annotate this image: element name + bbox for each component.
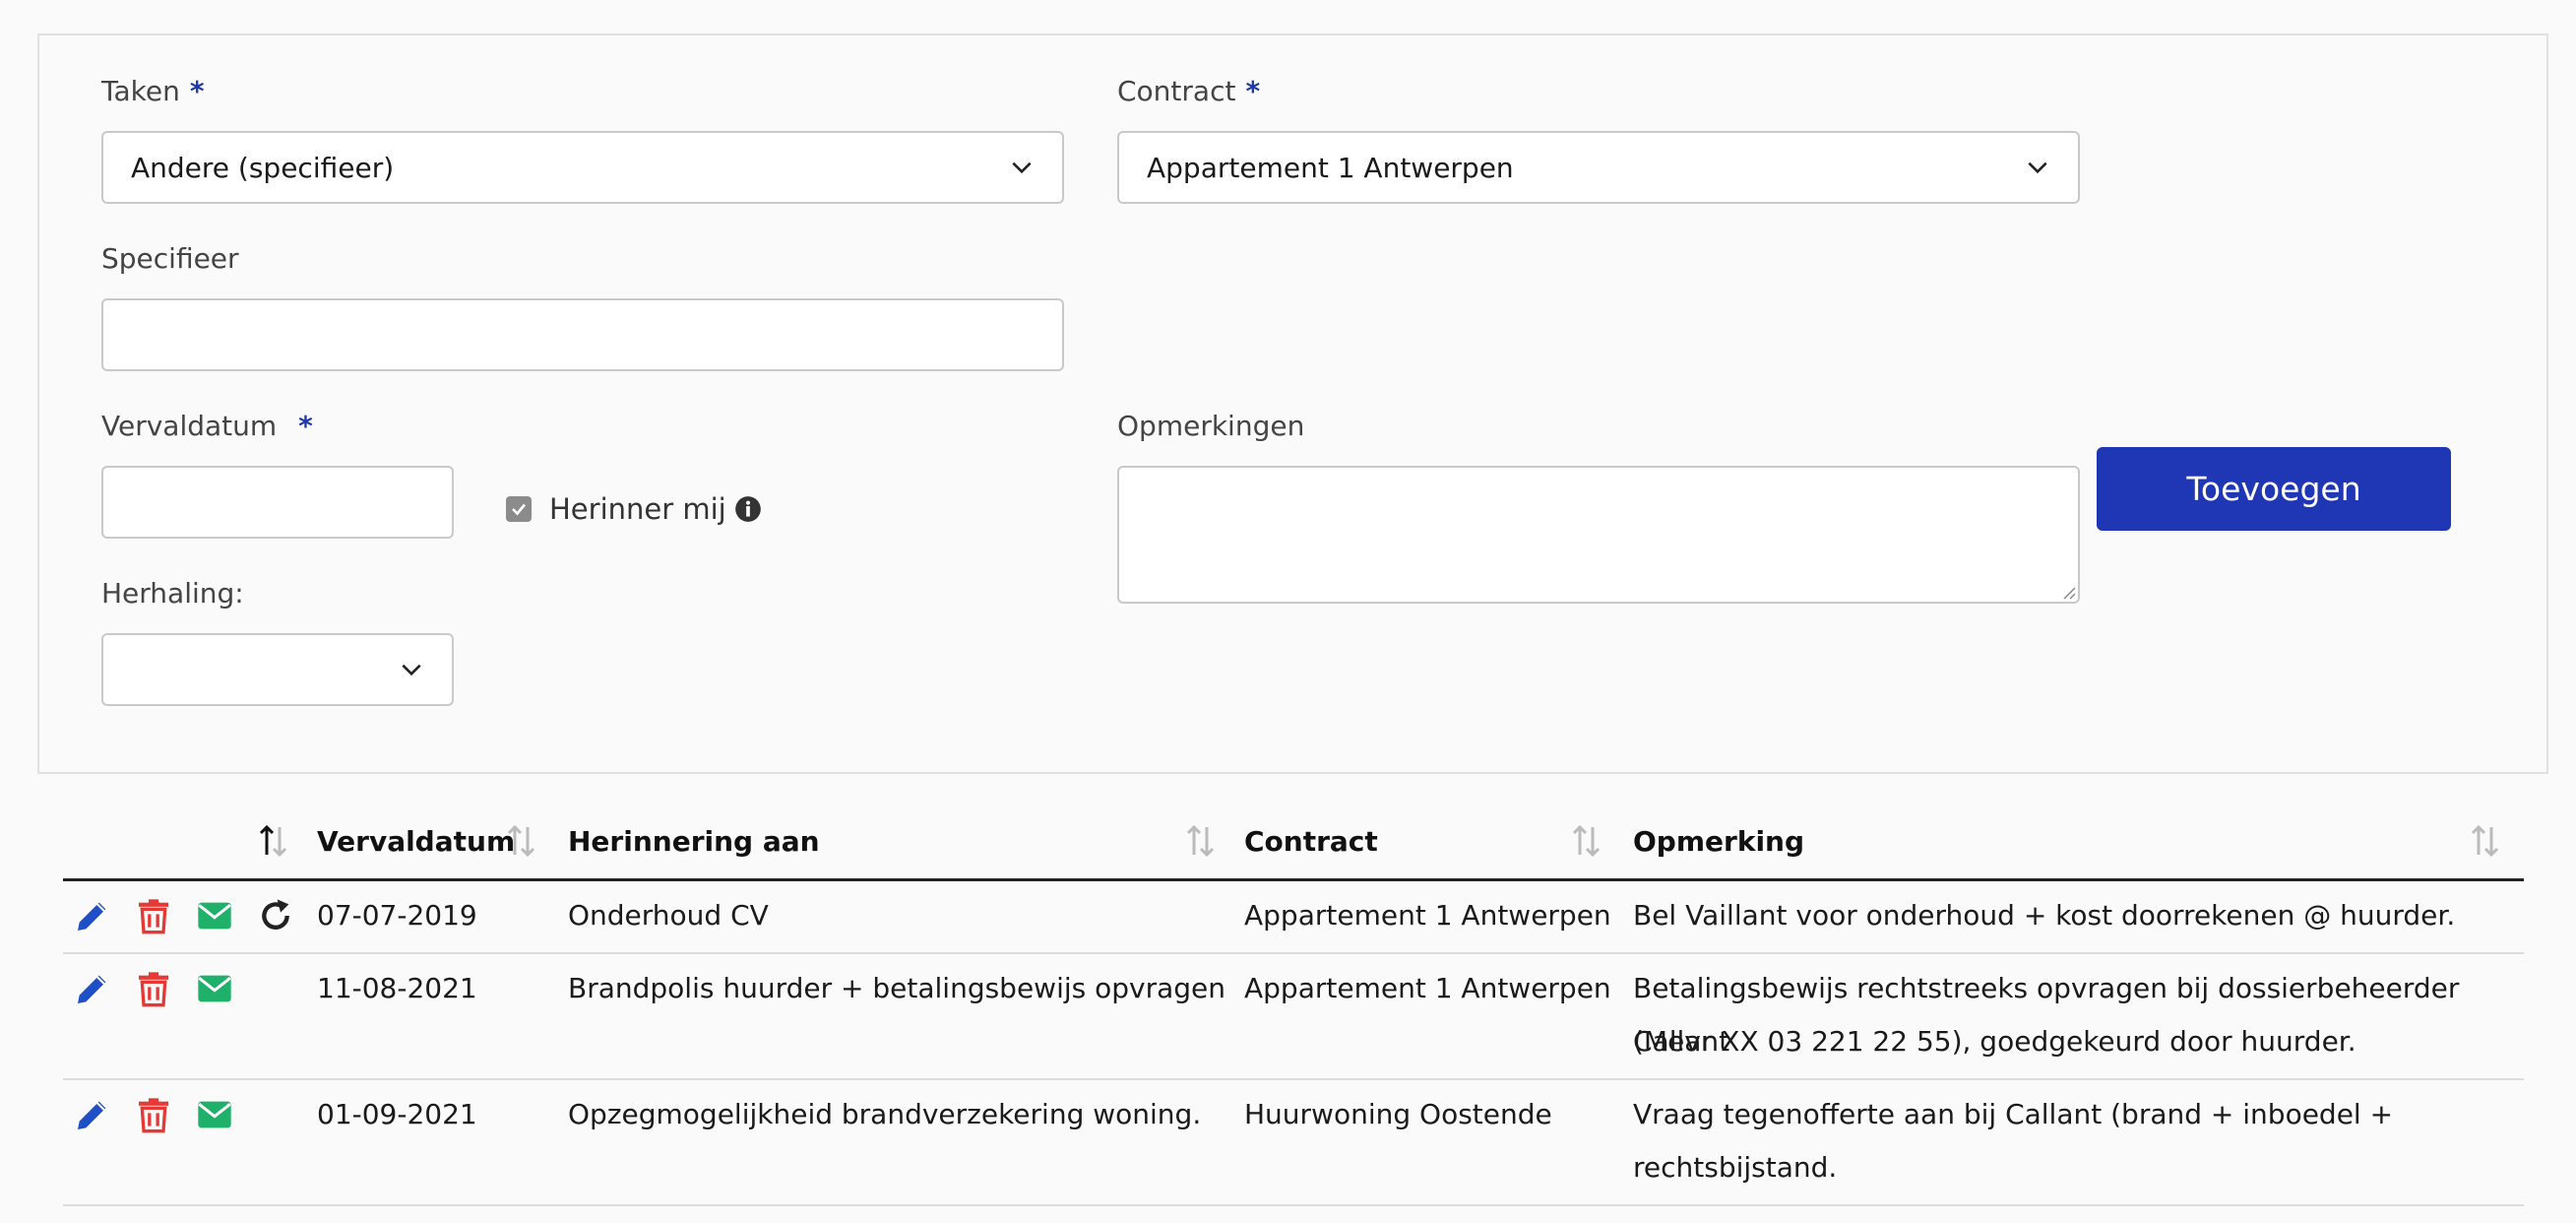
table-row: 01-09-2021 Opzegmogelijkheid brandverzek…	[63, 1080, 2524, 1206]
envelope-icon[interactable]	[195, 969, 234, 1008]
task-form: Taken * Andere (specifieer) Contract * App…	[37, 33, 2548, 774]
sort-icon[interactable]	[504, 821, 537, 861]
cell-opmerking: Vraag tegenofferte aan bij Callant (bran…	[1633, 1098, 2394, 1130]
taken-select-value: Andere (specifieer)	[131, 151, 395, 184]
contract-select-value: Appartement 1 Antwerpen	[1147, 151, 1514, 184]
pencil-icon[interactable]	[73, 969, 112, 1008]
trash-icon[interactable]	[134, 1095, 173, 1134]
table-row: 11-08-2021 Brandpolis huurder + betaling…	[63, 954, 2524, 1080]
cell-opmerking-cont: rechtsbijstand.	[1633, 1151, 1838, 1184]
cell-opmerking: Bel Vaillant voor onderhoud + kost doorr…	[1633, 899, 2456, 932]
resize-handle-icon[interactable]	[2058, 582, 2076, 600]
opmerkingen-textarea[interactable]	[1117, 466, 2080, 604]
info-icon[interactable]	[734, 495, 762, 523]
chevron-down-icon	[2028, 161, 2047, 174]
opmerkingen-wrapper	[1117, 466, 2080, 604]
column-header-contract[interactable]: Contract	[1244, 825, 1378, 858]
column-header-opmerking[interactable]: Opmerking	[1633, 825, 1804, 858]
sort-icon[interactable]	[256, 821, 289, 861]
table-row: 07-07-2019 Onderhoud CV Appartement 1 An…	[63, 881, 2524, 954]
sort-icon[interactable]	[1569, 821, 1602, 861]
cell-vervaldatum: 01-09-2021	[317, 1098, 477, 1130]
specifieer-input[interactable]	[101, 298, 1064, 371]
cell-opmerking-cont: (Mevr XX 03 221 22 55), goedgekeurd door…	[1633, 1025, 2356, 1058]
cell-contract: Huurwoning Oostende	[1244, 1098, 1552, 1130]
taken-select[interactable]: Andere (specifieer)	[101, 131, 1064, 204]
cell-contract: Appartement 1 Antwerpen	[1244, 899, 1611, 932]
table-header: Vervaldatum Herinnering aan Contract Opm…	[63, 807, 2524, 881]
pencil-icon[interactable]	[73, 896, 112, 935]
column-header-herinnering[interactable]: Herinnering aan	[568, 825, 820, 858]
contract-label: Contract *	[1117, 75, 1261, 107]
cell-vervaldatum: 11-08-2021	[317, 972, 477, 1004]
cell-vervaldatum: 07-07-2019	[317, 899, 477, 932]
chevron-down-icon	[402, 664, 421, 676]
reminders-table: Vervaldatum Herinnering aan Contract Opm…	[63, 807, 2524, 1206]
envelope-icon[interactable]	[195, 896, 234, 935]
repeat-icon	[262, 899, 289, 930]
chevron-down-icon	[1012, 161, 1032, 174]
sort-icon[interactable]	[1183, 821, 1217, 861]
pencil-icon[interactable]	[73, 1095, 112, 1134]
herinner-checkbox-group: Herinner mij	[506, 492, 762, 526]
cell-contract: Appartement 1 Antwerpen	[1244, 972, 1611, 1004]
envelope-icon[interactable]	[195, 1095, 234, 1134]
cell-herinnering: Brandpolis huurder + betalingsbewijs opv…	[568, 972, 1226, 1004]
herinner-label: Herinner mij	[549, 492, 726, 526]
opmerkingen-label: Opmerkingen	[1117, 410, 1305, 442]
herhaling-select[interactable]	[101, 633, 454, 706]
sort-icon[interactable]	[2468, 821, 2501, 861]
taken-label: Taken *	[101, 75, 205, 107]
herhaling-label: Herhaling:	[101, 577, 244, 610]
checkmark-icon	[512, 503, 527, 516]
trash-icon[interactable]	[134, 896, 173, 935]
cell-herinnering: Onderhoud CV	[568, 899, 769, 932]
column-header-vervaldatum[interactable]: Vervaldatum	[317, 825, 515, 858]
specifieer-label: Specifieer	[101, 242, 239, 275]
toevoegen-button[interactable]: Toevoegen	[2097, 447, 2451, 531]
vervaldatum-input[interactable]	[101, 466, 454, 539]
herinner-checkbox[interactable]	[506, 496, 532, 522]
cell-herinnering: Opzegmogelijkheid brandverzekering wonin…	[568, 1098, 1202, 1130]
contract-select[interactable]: Appartement 1 Antwerpen	[1117, 131, 2080, 204]
trash-icon[interactable]	[134, 969, 173, 1008]
vervaldatum-label: Vervaldatum *	[101, 410, 313, 442]
